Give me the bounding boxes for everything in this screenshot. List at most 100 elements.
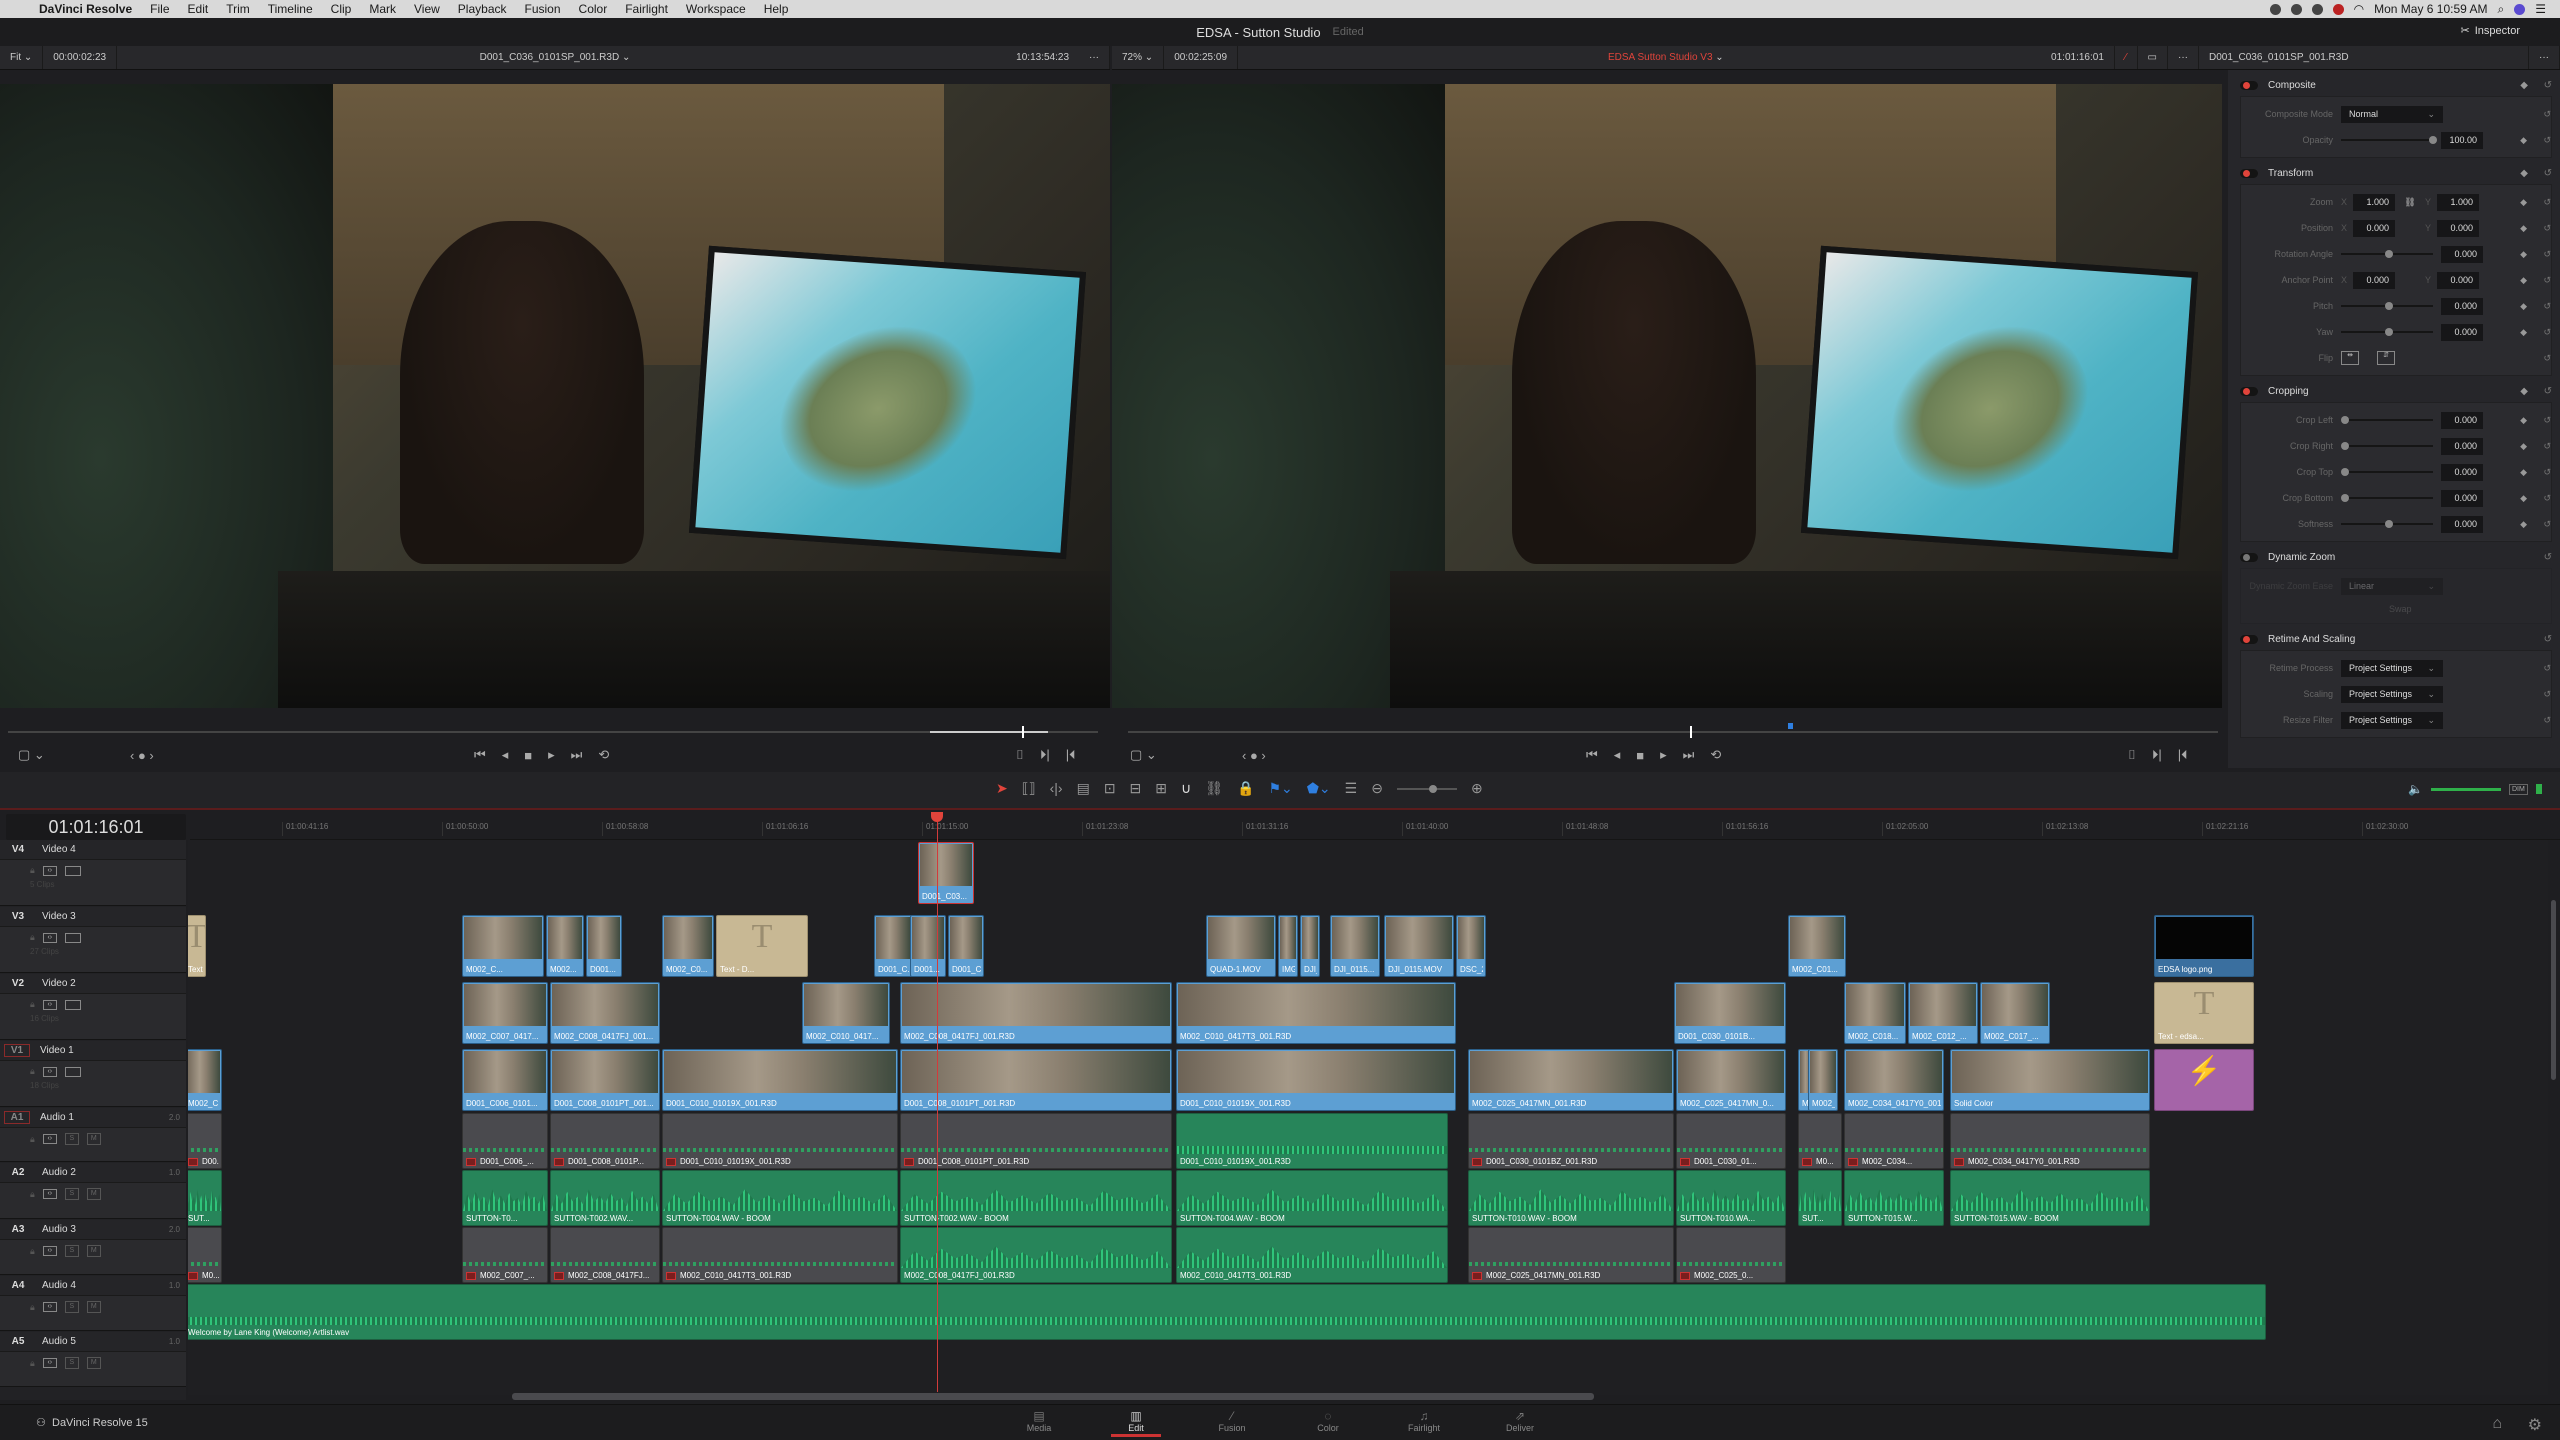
reset-icon[interactable]: ↺ — [2543, 197, 2551, 208]
source-viewer[interactable] — [0, 84, 1110, 708]
v2-clip[interactable]: M002_C018... — [1844, 982, 1906, 1044]
a3-clip[interactable]: M002_C010_0417T3_001.R3D — [1176, 1227, 1448, 1283]
a3-clip[interactable]: M002_C008_0417FJ... — [550, 1227, 660, 1283]
track-id[interactable]: V4 — [0, 844, 36, 855]
v2-clip[interactable]: M002_C008_0417FJ_001... — [550, 982, 660, 1044]
play-icon[interactable]: ▸ — [1660, 747, 1667, 763]
timeline-viewer-playhead[interactable] — [1690, 726, 1692, 738]
lock-icon[interactable]: 🔒︎ — [30, 1189, 35, 1200]
play-icon[interactable]: ▸ — [548, 747, 555, 763]
v2-clip[interactable]: M002_C012_... — [1908, 982, 1978, 1044]
v3-clip[interactable]: M002_C0... — [662, 915, 714, 977]
keyframe-icon[interactable]: ◆ — [2520, 80, 2528, 91]
timeline-scrub-bar[interactable] — [1128, 723, 2218, 738]
flip-horizontal-button[interactable]: ⇹ — [2341, 351, 2359, 365]
mute-button[interactable]: M — [86, 1357, 101, 1369]
retime-process-select[interactable]: Project Settings — [2341, 659, 2443, 677]
siri-icon[interactable] — [2514, 3, 2526, 15]
crop-top-slider[interactable] — [2341, 468, 2433, 476]
keyframe-icon[interactable]: ◆ — [2520, 301, 2527, 312]
track-name[interactable]: Audio 2 — [36, 1167, 169, 1178]
a1-clip[interactable]: D00... — [188, 1113, 222, 1169]
pitch-slider[interactable] — [2341, 302, 2433, 310]
v3-clip[interactable]: DSC_2799... — [1456, 915, 1486, 977]
v1-clip[interactable]: D001_C010_01019X_001.R3D — [1176, 1049, 1456, 1111]
reset-icon[interactable]: ↺ — [2543, 109, 2551, 120]
v4-clip[interactable]: D001_C03... — [918, 842, 974, 904]
a3-clip[interactable]: M002_C025_0417MN_001.R3D — [1468, 1227, 1674, 1283]
clock[interactable]: Mon May 6 10:59 AM — [2374, 2, 2487, 16]
track-name[interactable]: Audio 1 — [34, 1112, 169, 1123]
dynamic-zoom-toggle[interactable] — [2240, 552, 2258, 562]
v3-clip[interactable]: D001_C003... — [948, 915, 984, 977]
menu-workspace[interactable]: Workspace — [677, 2, 755, 16]
status-icon[interactable] — [2290, 3, 2302, 15]
menu-playback[interactable]: Playback — [449, 2, 516, 16]
zoom-y-field[interactable]: 1.000 — [2437, 193, 2479, 211]
snapping-icon[interactable]: ∪ — [1181, 780, 1191, 797]
track-id[interactable]: V1 — [4, 1044, 30, 1057]
track-id[interactable]: A1 — [4, 1111, 30, 1124]
v2-clip[interactable]: T Text - edsa... — [2154, 982, 2254, 1044]
v3-clip[interactable]: DJI_0115.MOV — [1384, 915, 1454, 977]
mark-in-icon[interactable]: ⏵| — [2152, 747, 2162, 763]
a1-clip[interactable]: D001_C010_01019X_001.R3D — [662, 1113, 898, 1169]
v2-clip[interactable]: M002_C007_0417... — [462, 982, 548, 1044]
timeline-zoom-slider[interactable] — [1396, 785, 1457, 793]
reset-icon[interactable]: ↺ — [2543, 467, 2551, 478]
a4-clip[interactable]: Welcome by Lane King (Welcome) Artlist.w… — [188, 1284, 2266, 1340]
position-y-field[interactable]: 0.000 — [2437, 219, 2479, 237]
timeline-horizontal-scrollbar[interactable] — [512, 1393, 1594, 1400]
solo-button[interactable]: S — [64, 1301, 79, 1313]
auto-select-icon[interactable]: ‹› — [42, 932, 57, 943]
marker-dropdown-icon[interactable]: ⬟⌄ — [1307, 780, 1331, 797]
v3-clip[interactable]: M002... — [546, 915, 584, 977]
track-name[interactable]: Video 3 — [36, 911, 186, 922]
trim-tool-icon[interactable]: ⟦⟧ — [1022, 780, 1036, 797]
page-color[interactable]: ◌ Color — [1298, 1409, 1358, 1433]
jump-start-icon[interactable]: ⏮ — [474, 747, 486, 763]
auto-select-icon[interactable]: ‹› — [42, 1358, 57, 1368]
reverse-icon[interactable]: ◂ — [502, 747, 509, 763]
pitch-field[interactable]: 0.000 — [2441, 297, 2483, 315]
reset-icon[interactable]: ↺ — [2544, 80, 2552, 91]
keyframe-icon[interactable]: ◆ — [2520, 415, 2527, 426]
v1-clip[interactable]: D001_C010_01019X_001.R3D — [662, 1049, 898, 1111]
track-id[interactable]: A3 — [0, 1224, 36, 1235]
overwrite-clip-icon[interactable]: ⊟ — [1130, 780, 1142, 797]
a3-clip[interactable]: M0... — [188, 1227, 222, 1283]
resize-filter-select[interactable]: Project Settings — [2341, 711, 2443, 729]
blade-tool-icon[interactable]: ▤ — [1077, 780, 1090, 797]
a2-clip[interactable]: SUTTON-T015.WAV - BOOM — [1950, 1170, 2150, 1226]
flag-icon[interactable]: ⚑⌄ — [1268, 780, 1292, 797]
a2-clip[interactable]: SUTTON-T015.W... — [1844, 1170, 1944, 1226]
a1-clip[interactable]: D001_C006_... — [462, 1113, 548, 1169]
v2-clip[interactable]: M002_C017_... — [1980, 982, 2050, 1044]
a1-clip[interactable]: D001_C008_0101P... — [550, 1113, 660, 1169]
source-options-icon[interactable]: ··· — [1079, 46, 1110, 69]
reset-icon[interactable]: ↺ — [2544, 386, 2552, 397]
dynamic-trim-icon[interactable]: ‹|› — [1050, 780, 1063, 797]
bypass-icon[interactable]: ⁄ — [2115, 46, 2138, 69]
auto-select-icon[interactable]: ‹› — [42, 1066, 57, 1077]
track-id[interactable]: A5 — [0, 1336, 36, 1347]
v3-clip[interactable]: EDSA logo.png — [2154, 915, 2254, 977]
reset-icon[interactable]: ↺ — [2543, 415, 2551, 426]
selection-tool-icon[interactable]: ➤ — [996, 780, 1008, 797]
reset-icon[interactable]: ↺ — [2543, 441, 2551, 452]
keyframe-icon[interactable]: ◆ — [2520, 467, 2527, 478]
a2-clip[interactable]: SUTTON-T002.WAV - BOOM — [900, 1170, 1172, 1226]
composite-section-header[interactable]: Composite ◆ ↺ — [2228, 74, 2560, 96]
auto-select-icon[interactable]: ‹› — [42, 999, 57, 1010]
rotation-slider[interactable] — [2341, 250, 2433, 258]
a1-clip[interactable]: D001_C030_0101BZ_001.R3D — [1468, 1113, 1674, 1169]
lock-icon[interactable]: 🔒︎ — [30, 1066, 35, 1077]
reset-icon[interactable]: ↺ — [2543, 327, 2551, 338]
mark-out-icon[interactable]: |⏴ — [1066, 747, 1076, 763]
jump-start-icon[interactable]: ⏮ — [1586, 747, 1598, 763]
lock-icon[interactable]: 🔒︎ — [30, 999, 35, 1010]
track-id[interactable]: A4 — [0, 1280, 36, 1291]
scaling-select[interactable]: Project Settings — [2341, 685, 2443, 703]
timeline-view-options-icon[interactable]: ☰ — [1345, 780, 1358, 797]
v1-clip[interactable]: D001_C008_0101PT_001.R3D — [900, 1049, 1172, 1111]
